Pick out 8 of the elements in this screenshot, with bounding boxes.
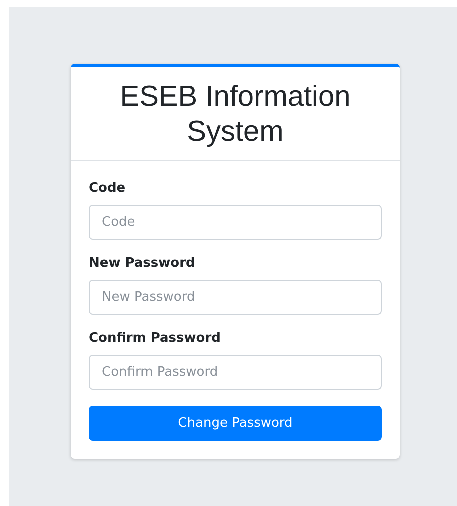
card-title: ESEB Information System: [119, 80, 352, 150]
input-field[interactable]: Confirm Password: [89, 355, 382, 390]
field-label: Confirm Password: [89, 331, 222, 346]
input-field[interactable]: New Password: [89, 280, 382, 315]
input-field[interactable]: Code: [89, 205, 382, 240]
field-label: Code: [89, 181, 127, 196]
field-label: New Password: [89, 256, 196, 271]
change-password-button[interactable]: Change Password: [89, 406, 382, 441]
